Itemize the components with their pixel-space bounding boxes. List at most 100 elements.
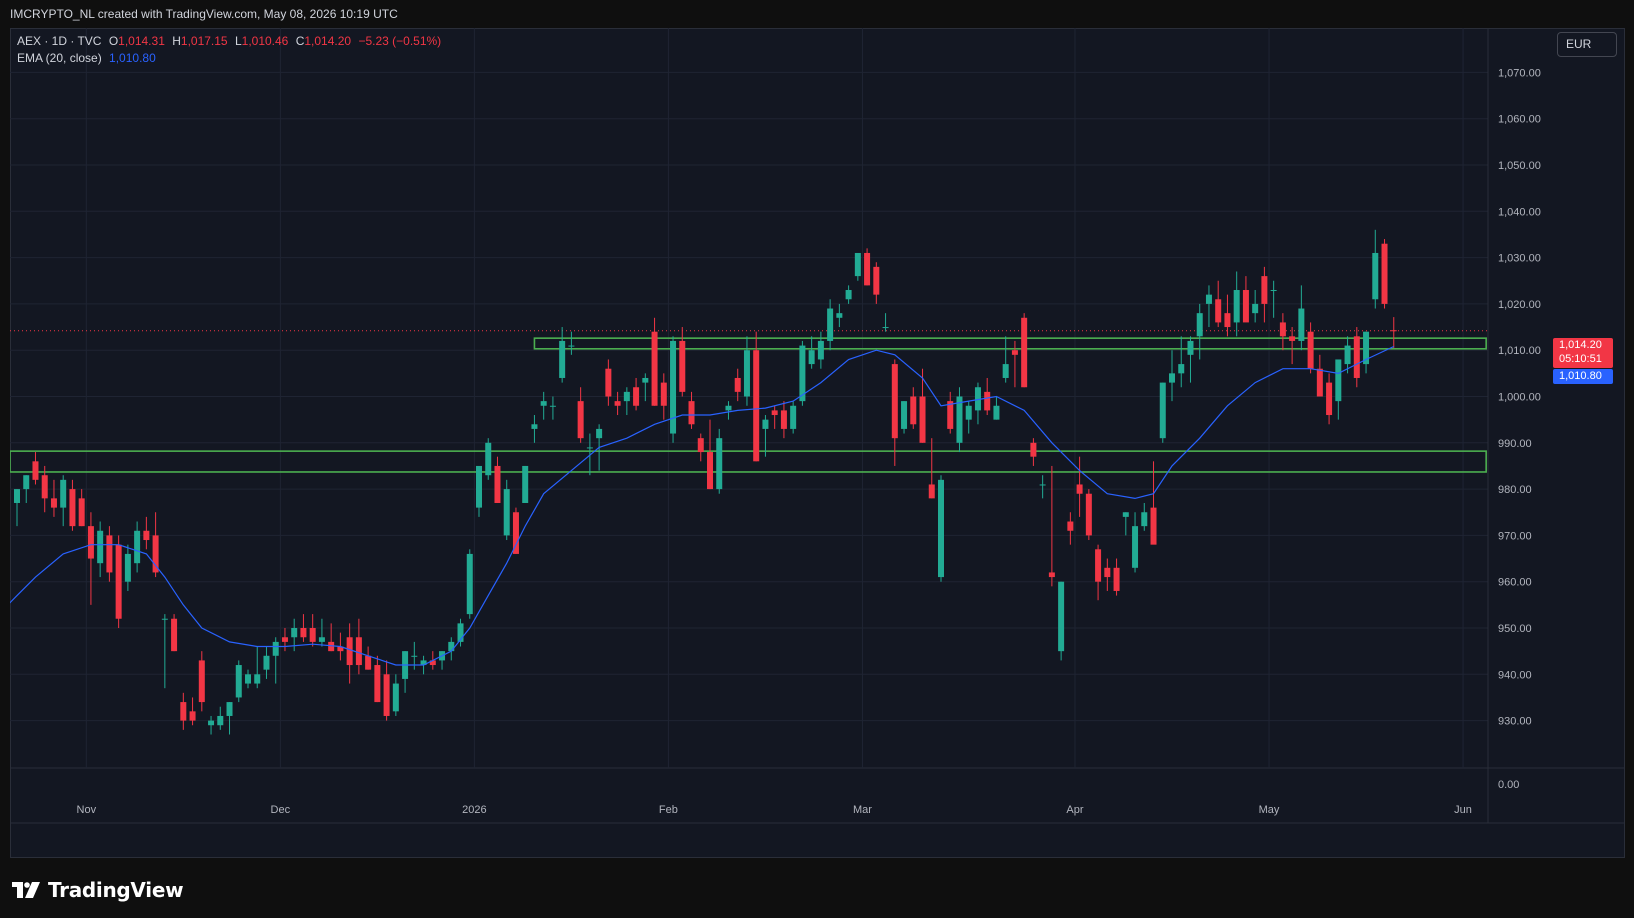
- candle-body[interactable]: [365, 655, 372, 670]
- candle-body[interactable]: [1048, 572, 1055, 578]
- candle-body[interactable]: [161, 618, 168, 620]
- candle-body[interactable]: [864, 252, 871, 286]
- candle-body[interactable]: [910, 396, 917, 425]
- candle-body[interactable]: [707, 452, 713, 490]
- candle-body[interactable]: [1381, 243, 1388, 304]
- candle-body[interactable]: [1169, 373, 1175, 383]
- candle-body[interactable]: [300, 628, 307, 638]
- candle-body[interactable]: [217, 715, 224, 726]
- candle-body[interactable]: [642, 377, 649, 383]
- candle-body[interactable]: [78, 498, 85, 527]
- candle-body[interactable]: [1316, 368, 1323, 397]
- candle-body[interactable]: [716, 438, 723, 490]
- candle-body[interactable]: [1270, 290, 1277, 292]
- candle-body[interactable]: [254, 674, 261, 684]
- candle-body[interactable]: [355, 637, 362, 666]
- candle-body[interactable]: [1095, 549, 1102, 582]
- candle-body[interactable]: [392, 683, 399, 712]
- candle-body[interactable]: [503, 489, 510, 536]
- tradingview-logo[interactable]: TradingView: [12, 878, 184, 902]
- candle-body[interactable]: [836, 313, 843, 318]
- candle-body[interactable]: [1215, 299, 1222, 323]
- candle-body[interactable]: [891, 364, 898, 439]
- candle-body[interactable]: [993, 405, 1000, 420]
- candle-body[interactable]: [1205, 294, 1212, 304]
- candle-body[interactable]: [411, 655, 418, 657]
- candle-body[interactable]: [346, 637, 353, 666]
- candle-body[interactable]: [1372, 252, 1379, 300]
- candle-body[interactable]: [808, 350, 815, 365]
- candle-body[interactable]: [60, 479, 67, 508]
- candle-body[interactable]: [97, 530, 104, 564]
- candle-body[interactable]: [1011, 350, 1018, 355]
- candle-body[interactable]: [1132, 526, 1139, 568]
- candle-body[interactable]: [14, 489, 20, 503]
- candle-body[interactable]: [291, 628, 298, 638]
- candle-body[interactable]: [494, 465, 501, 503]
- candle-body[interactable]: [226, 702, 233, 716]
- candle-body[interactable]: [577, 401, 584, 439]
- candle-body[interactable]: [69, 489, 76, 527]
- candle-body[interactable]: [928, 484, 935, 499]
- candle-body[interactable]: [87, 526, 94, 559]
- symbol-label[interactable]: AEX · 1D · TVC: [17, 34, 101, 48]
- candle-body[interactable]: [651, 331, 658, 406]
- candle-body[interactable]: [827, 308, 834, 341]
- candle-body[interactable]: [1178, 364, 1185, 374]
- candle-body[interactable]: [448, 641, 455, 652]
- candle-body[interactable]: [1242, 290, 1249, 323]
- candle-body[interactable]: [235, 665, 242, 698]
- candle-body[interactable]: [1141, 512, 1148, 527]
- candle-body[interactable]: [743, 350, 750, 397]
- candle-body[interactable]: [1058, 581, 1065, 652]
- candle-body[interactable]: [318, 637, 325, 642]
- candle-body[interactable]: [605, 368, 612, 397]
- candle-body[interactable]: [901, 401, 908, 429]
- candle-body[interactable]: [189, 711, 196, 721]
- candle-body[interactable]: [790, 405, 797, 429]
- support-zone[interactable]: [533, 337, 1487, 350]
- support-zone[interactable]: [10, 450, 1487, 473]
- candle-body[interactable]: [1150, 507, 1157, 545]
- candle-body[interactable]: [1122, 512, 1129, 517]
- candle-body[interactable]: [531, 424, 538, 429]
- currency-button[interactable]: EUR: [1557, 32, 1617, 57]
- candle-body[interactable]: [476, 465, 482, 508]
- ema-label[interactable]: EMA (20, close): [17, 51, 102, 65]
- candle-body[interactable]: [725, 405, 732, 411]
- candle-body[interactable]: [623, 391, 630, 402]
- candle-body[interactable]: [549, 405, 556, 407]
- candle-body[interactable]: [938, 479, 944, 578]
- candle-body[interactable]: [1113, 567, 1120, 591]
- candle-body[interactable]: [180, 702, 187, 721]
- candle-body[interactable]: [263, 655, 270, 670]
- candle-body[interactable]: [586, 447, 593, 449]
- candle-body[interactable]: [1039, 484, 1046, 486]
- candle-body[interactable]: [540, 401, 547, 406]
- candle-body[interactable]: [143, 530, 150, 541]
- candle-body[interactable]: [882, 327, 889, 329]
- candle-body[interactable]: [734, 377, 741, 392]
- candle-body[interactable]: [1030, 442, 1037, 457]
- candle-body[interactable]: [309, 628, 316, 642]
- candle-body[interactable]: [152, 535, 159, 573]
- candle-body[interactable]: [670, 340, 677, 434]
- candle-body[interactable]: [1261, 276, 1268, 304]
- candle-body[interactable]: [1224, 313, 1231, 328]
- candle-body[interactable]: [660, 382, 667, 406]
- candle-body[interactable]: [41, 475, 48, 499]
- candle-body[interactable]: [1187, 340, 1194, 355]
- candle-body[interactable]: [328, 641, 335, 652]
- candle-body[interactable]: [771, 410, 778, 416]
- candle-body[interactable]: [198, 660, 205, 703]
- candle-body[interactable]: [466, 553, 473, 615]
- candle-body[interactable]: [1076, 484, 1083, 494]
- candle-body[interactable]: [23, 475, 30, 490]
- candle-body[interactable]: [115, 544, 122, 619]
- candle-body[interactable]: [1344, 345, 1351, 365]
- candle-body[interactable]: [559, 340, 566, 378]
- candle-body[interactable]: [134, 530, 141, 564]
- candle-body[interactable]: [947, 401, 954, 429]
- candle-body[interactable]: [614, 401, 621, 406]
- candle-body[interactable]: [1307, 331, 1314, 369]
